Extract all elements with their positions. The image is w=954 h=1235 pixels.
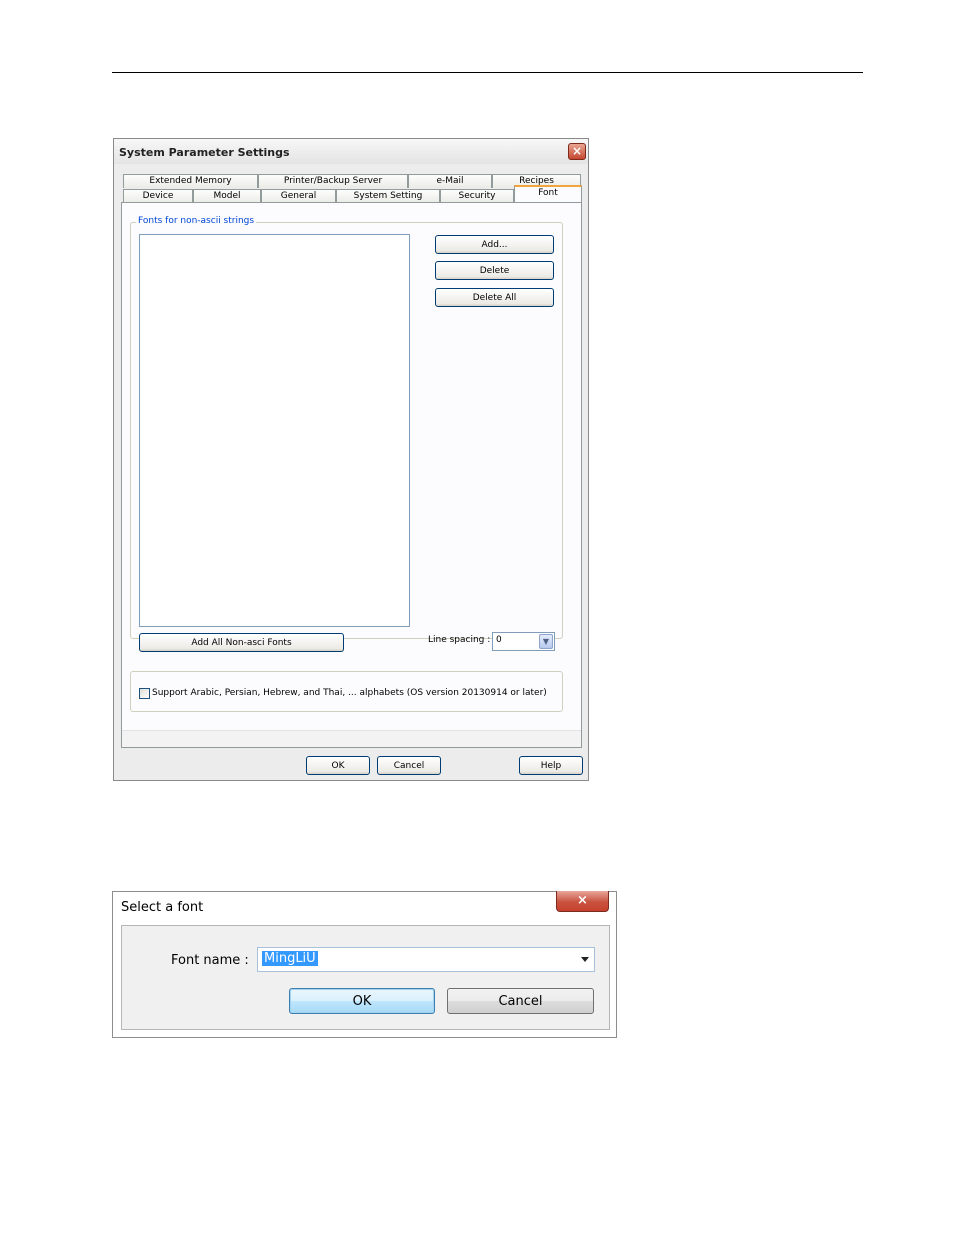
delete-font-button[interactable]: Delete — [435, 261, 554, 280]
tab-printer-backup-server[interactable]: Printer/Backup Server — [258, 174, 408, 188]
dropdown-arrow-icon[interactable] — [581, 957, 589, 962]
line-spacing-select[interactable]: 0 ▼ — [492, 632, 555, 651]
tab-font[interactable]: Font — [514, 185, 582, 202]
delete-all-fonts-button[interactable]: Delete All — [435, 288, 554, 307]
tab-model[interactable]: Model — [193, 189, 261, 203]
fonts-listbox[interactable] — [139, 234, 410, 627]
font-tab-panel: Fonts for non-ascii strings Add... Delet… — [121, 202, 582, 748]
select-font-dialog: Select a font × Font name : MingLiU OK C… — [112, 891, 617, 1038]
panel-footer-strip — [122, 730, 581, 747]
system-parameter-settings-dialog: System Parameter Settings × Extended Mem… — [113, 138, 589, 781]
line-spacing-label: Line spacing : — [428, 635, 491, 645]
tab-email[interactable]: e-Mail — [408, 174, 492, 188]
cancel-button[interactable]: Cancel — [447, 988, 594, 1014]
dialog-title: Select a font — [121, 900, 204, 915]
chevron-down-icon[interactable]: ▼ — [539, 634, 553, 649]
support-alphabets-checkbox[interactable] — [139, 688, 150, 699]
tab-device[interactable]: Device — [123, 189, 193, 203]
help-button[interactable]: Help — [519, 756, 583, 775]
ok-button[interactable]: OK — [306, 756, 370, 775]
tab-extended-memory[interactable]: Extended Memory — [123, 174, 258, 188]
font-name-value: MingLiU — [262, 951, 318, 966]
close-icon[interactable]: × — [568, 143, 586, 160]
page-header-rule — [112, 72, 863, 73]
dialog-client-area: Font name : MingLiU OK Cancel — [121, 925, 610, 1030]
close-icon[interactable]: × — [556, 891, 609, 912]
tab-security[interactable]: Security — [440, 189, 514, 203]
tab-general[interactable]: General — [261, 189, 336, 203]
add-font-button[interactable]: Add... — [435, 235, 554, 254]
font-name-combobox[interactable]: MingLiU — [257, 947, 595, 972]
dialog-title: System Parameter Settings — [119, 146, 290, 159]
cancel-button[interactable]: Cancel — [377, 756, 441, 775]
fonts-group-label: Fonts for non-ascii strings — [136, 216, 257, 226]
add-all-non-ascii-fonts-button[interactable]: Add All Non-asci Fonts — [139, 633, 344, 652]
support-alphabets-label: Support Arabic, Persian, Hebrew, and Tha… — [152, 688, 547, 698]
ok-button[interactable]: OK — [289, 988, 435, 1014]
fonts-group: Fonts for non-ascii strings Add... Delet… — [130, 216, 563, 639]
font-name-label: Font name : — [171, 953, 249, 968]
support-alphabets-group: Support Arabic, Persian, Hebrew, and Tha… — [130, 671, 563, 712]
tab-system-setting[interactable]: System Setting — [336, 189, 440, 203]
title-bar: System Parameter Settings × — [114, 139, 588, 164]
line-spacing-value: 0 — [496, 635, 502, 645]
